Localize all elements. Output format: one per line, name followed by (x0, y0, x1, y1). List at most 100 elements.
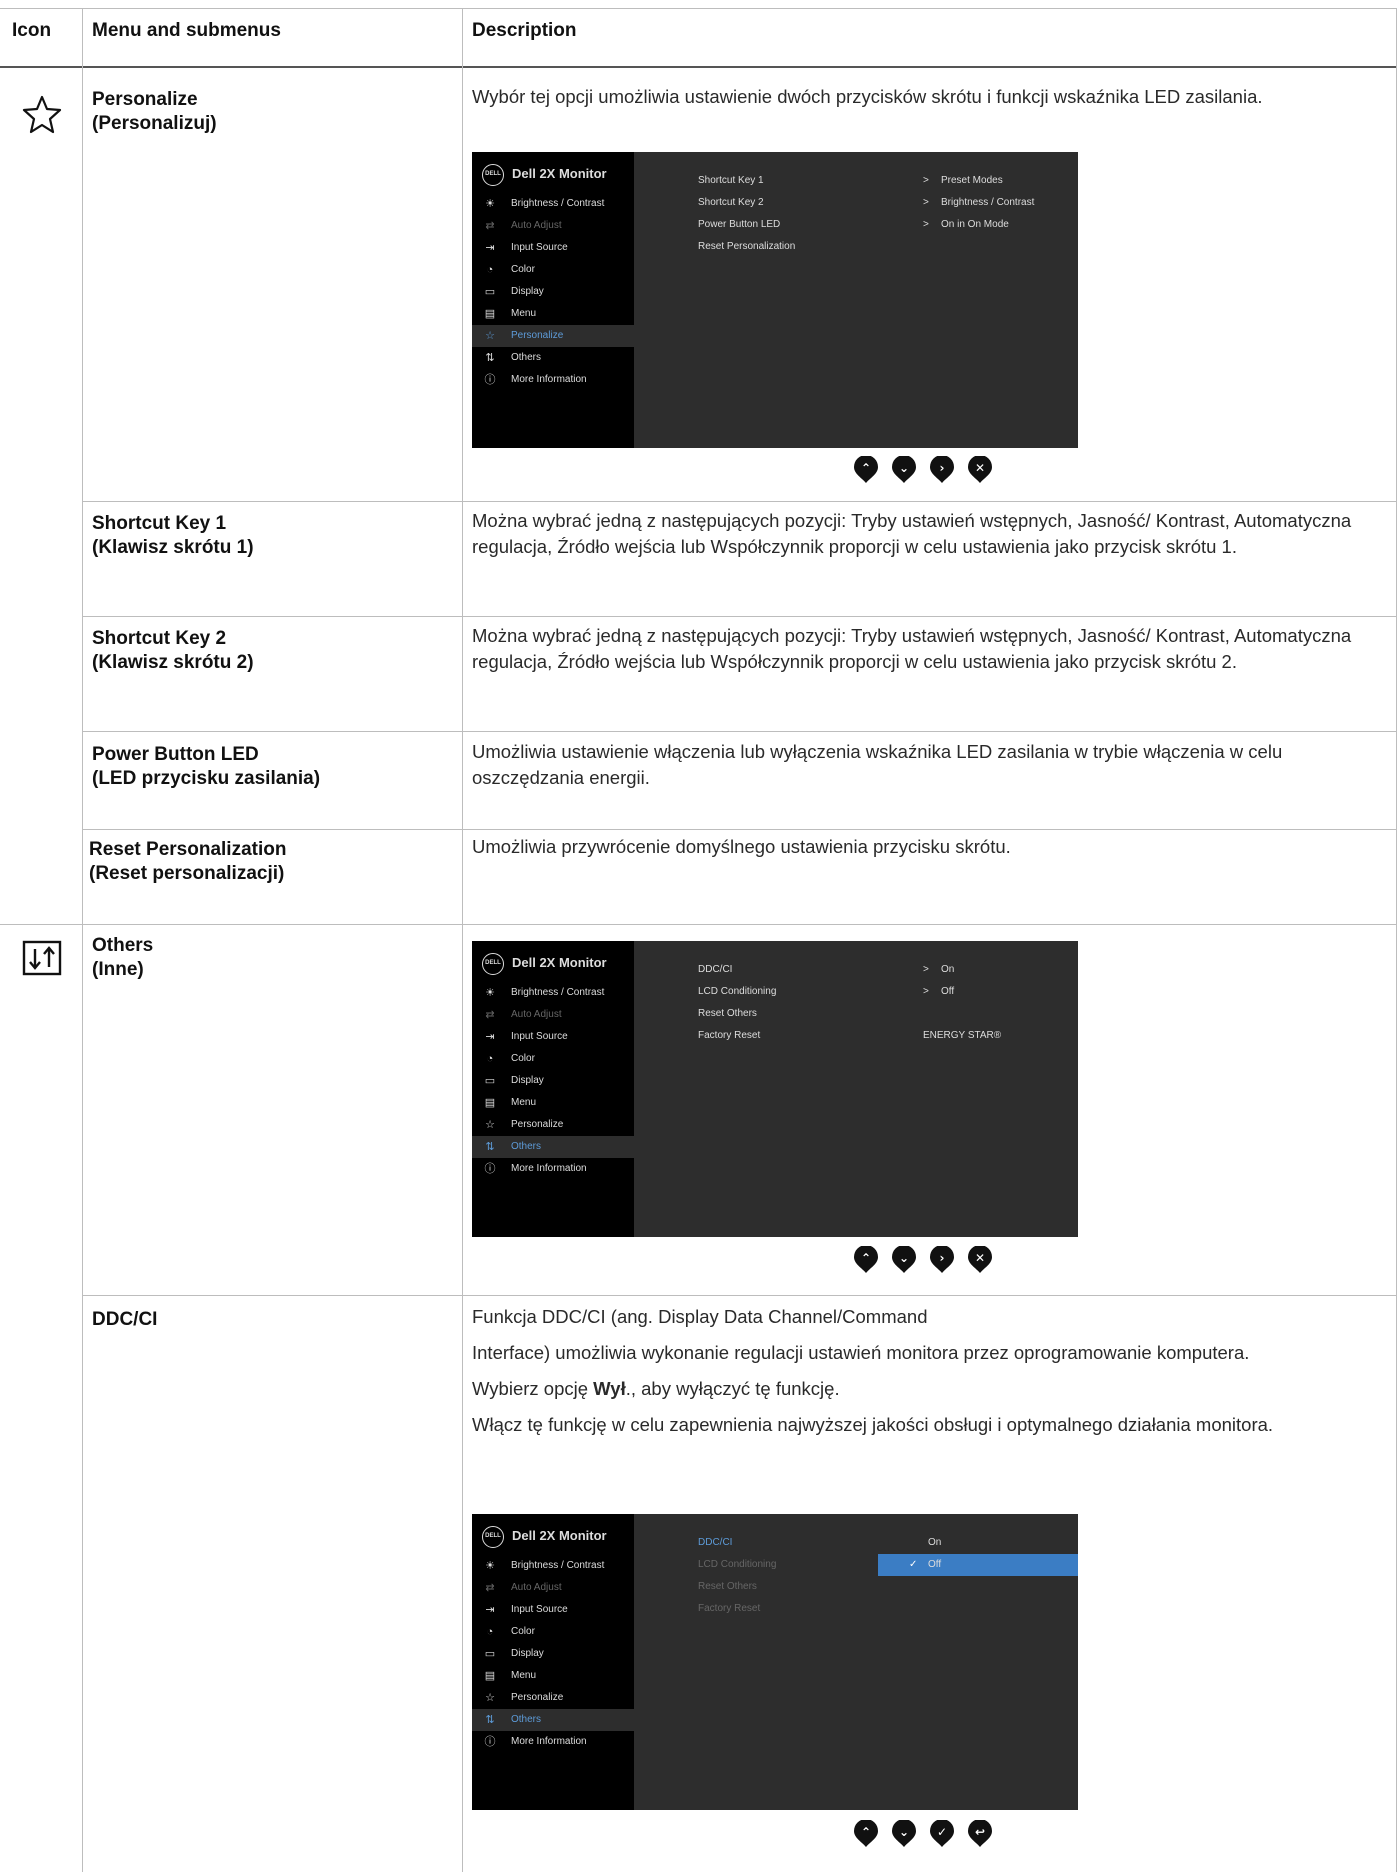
osd-title: Dell 2X Monitor (512, 166, 607, 181)
osd-menu-item: ▤ Menu (472, 303, 634, 325)
osd-value-text: Off (941, 986, 955, 997)
shortcut-key-2-name: Shortcut Key 2 (Klawisz skrótu 2) (92, 628, 254, 673)
power-button-led-desc: Umożliwia ustawienie włączenia lub wyłąc… (472, 741, 1283, 788)
osd-menu-item: ⓘ More Information (472, 1158, 634, 1180)
osd-submenu-item: LCD Conditioning (698, 986, 777, 997)
input-source-icon: ⇥ (485, 1604, 495, 1616)
osd-menu-label: Personalize (511, 330, 564, 341)
svg-text:↩: ↩ (975, 1825, 985, 1839)
osd-title: Dell 2X Monitor (512, 1528, 607, 1543)
osd-menu-label: Personalize (511, 1119, 564, 1130)
osd-menu-item: ◔ Color (472, 1621, 634, 1643)
osd-submenu-item: DDC/CI (698, 1537, 733, 1548)
personalize-icon: ☆ (485, 1119, 495, 1131)
svg-text:⌄: ⌄ (899, 461, 909, 475)
osd-menu-item: ☆ Personalize (472, 1114, 634, 1136)
close-icon: ✕ (968, 456, 992, 483)
ddcci-name: DDC/CI (92, 1309, 158, 1330)
chevron-right-icon: > (923, 175, 929, 186)
osd-menu-label: Personalize (511, 1692, 564, 1703)
osd-menu-label: Menu (511, 1670, 537, 1681)
brightness-icon: ☀ (485, 198, 495, 210)
svg-text:⌃: ⌃ (861, 1251, 871, 1265)
auto-adjust-icon: ⇄ (485, 1582, 495, 1594)
personalize-desc: Wybór tej opcji umożliwia ustawienie dwó… (472, 86, 1263, 107)
shortcut-key-1-desc: Można wybrać jedną z następujących pozyc… (472, 510, 1352, 557)
osd-option-row (878, 1532, 1078, 1554)
osd-title: Dell 2X Monitor (512, 955, 607, 970)
osd-menu-item: ⇄ Auto Adjust (472, 1577, 634, 1599)
right-icon: › (930, 1246, 954, 1273)
osd-submenu-item: Factory Reset (698, 1603, 761, 1614)
check-icon: ✓ (930, 1820, 954, 1847)
svg-text:›: › (940, 1251, 945, 1265)
osd-submenu-item: Power Button LED (698, 219, 781, 230)
osd-menu-label: Input Source (511, 1604, 568, 1615)
osd-menu-item: ◔ Color (472, 259, 634, 281)
menu-icon: ▤ (484, 308, 496, 320)
color-icon: ◔ (486, 1626, 494, 1638)
osd-menu-label: Others (511, 352, 542, 363)
osd-menu-item: ◔ Color (472, 1048, 634, 1070)
input-source-icon: ⇥ (485, 1031, 495, 1043)
osd-menu-item: ⇅ Others (472, 1709, 634, 1731)
osd-submenu-item: Reset Personalization (698, 241, 796, 252)
osd-menu-label: Input Source (511, 242, 568, 253)
osd-menu-item: ⇥ Input Source (472, 237, 634, 259)
osd-menu-label: Display (511, 286, 544, 297)
svg-text:⌃: ⌃ (861, 1825, 871, 1839)
osd-submenu-item: LCD Conditioning (698, 1559, 777, 1570)
checkmark-icon: ✓ (909, 1559, 918, 1570)
brightness-icon: ☀ (485, 1560, 495, 1572)
color-icon: ◔ (486, 1053, 494, 1065)
osd-menu-label: Input Source (511, 1031, 568, 1042)
display-icon: ▭ (484, 1648, 496, 1660)
osd-option-row (878, 1554, 1078, 1576)
others-icon: ⇅ (485, 1714, 495, 1726)
others-name: Others (Inne) (92, 935, 154, 980)
back-icon: ↩ (968, 1820, 992, 1847)
osd-menu-item: ☆ Personalize (472, 1687, 634, 1709)
osd-menu-item: ⇄ Auto Adjust (472, 215, 634, 237)
chevron-right-icon: > (923, 964, 929, 975)
osd-menu-label: More Information (511, 1163, 587, 1174)
osd-menu-label: Color (511, 1053, 535, 1064)
input-source-icon: ⇥ (485, 242, 495, 254)
osd-menu-label: Color (511, 1626, 535, 1637)
dell-logo: DELL (482, 953, 504, 975)
osd-submenu-value: > Brightness / Contrast (923, 192, 1034, 214)
energy-star-label: ENERGY STAR® (923, 1030, 1002, 1041)
osd-menu-label: Brightness / Contrast (511, 198, 605, 209)
star-icon (22, 94, 62, 139)
down-icon: ⌄ (892, 456, 916, 483)
others-icon (22, 940, 62, 981)
osd-menu-label: Display (511, 1648, 544, 1659)
osd-menu-item: ▭ Display (472, 1643, 634, 1665)
osd-menu-label: Auto Adjust (511, 220, 562, 231)
osd-ddcci: DELL Dell 2X Monitor ☀ Brightness / Contras… (472, 1514, 1078, 1810)
osd-value-text: Brightness / Contrast (941, 197, 1035, 208)
osd-menu-label: Others (511, 1714, 542, 1725)
row-border (82, 501, 1397, 502)
osd-menu-label: Menu (511, 1097, 537, 1108)
menu-icon: ▤ (484, 1097, 496, 1109)
ddcci-desc: Funkcja DDC/CI (ang. Display Data Channe… (472, 1306, 1274, 1435)
svg-text:⌄: ⌄ (899, 1251, 909, 1265)
osd-submenu-item: Reset Others (698, 1008, 757, 1019)
svg-text:✕: ✕ (975, 1251, 985, 1265)
osd-submenu-item: Factory Reset (698, 1030, 761, 1041)
osd-menu-item: ⇅ Others (472, 1136, 634, 1158)
up-icon: ⌃ (854, 456, 878, 483)
row-border (82, 829, 1397, 830)
osd-submenu-item: Shortcut Key 1 (698, 175, 764, 186)
auto-adjust-icon: ⇄ (485, 1009, 495, 1021)
osd-menu-label: More Information (511, 1736, 587, 1747)
osd-menu-label: Auto Adjust (511, 1009, 562, 1020)
osd-submenu-item: DDC/CI (698, 964, 733, 975)
power-button-led-name: Power Button LED (LED przycisku zasilani… (92, 744, 321, 789)
info-icon: ⓘ (484, 374, 496, 386)
display-icon: ▭ (484, 1075, 496, 1087)
reset-personalization-desc: Umożliwia przywrócenie domyślnego ustawi… (472, 836, 1011, 857)
up-icon: ⌃ (854, 1246, 878, 1273)
down-icon: ⌄ (892, 1246, 916, 1273)
